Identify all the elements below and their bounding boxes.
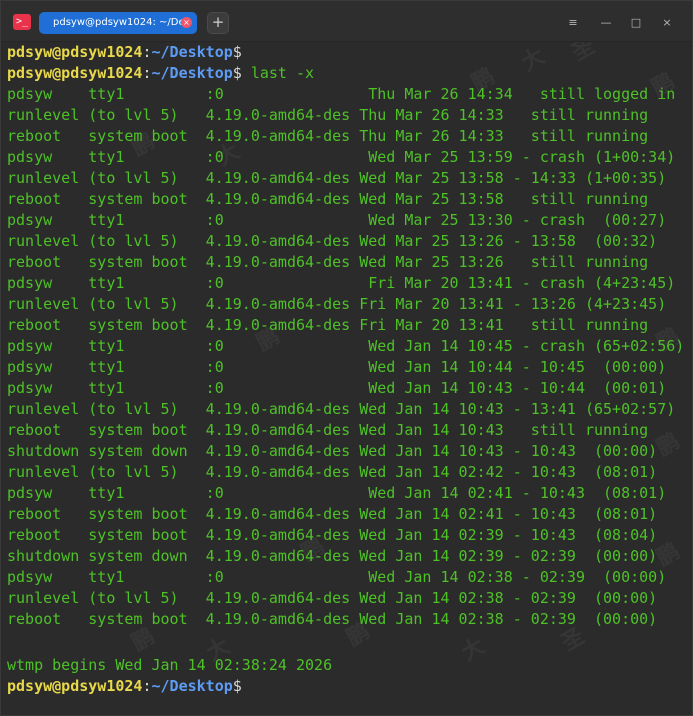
log-row: pdsyw tty1 :0 Wed Jan 14 10:44 - 10:45 (… <box>7 358 667 376</box>
log-row: reboot system boot 4.19.0-amd64-des Fri … <box>7 316 649 334</box>
prompt-line: pdsyw@pdsyw1024:~/Desktop$ last -x <box>7 63 314 84</box>
log-row: reboot system boot 4.19.0-amd64-des Wed … <box>7 526 658 544</box>
log-row: pdsyw tty1 :0 Wed Jan 14 02:38 - 02:39 (… <box>7 568 667 586</box>
log-row: runlevel (to lvl 5) 4.19.0-amd64-des Fri… <box>7 295 667 313</box>
log-row: reboot system boot 4.19.0-amd64-des Wed … <box>7 505 658 523</box>
prompt-dollar: $ <box>232 677 242 695</box>
log-row: runlevel (to lvl 5) 4.19.0-amd64-des Wed… <box>7 589 658 607</box>
log-row: reboot system boot 4.19.0-amd64-des Thu … <box>7 127 649 145</box>
log-row: runlevel (to lvl 5) 4.19.0-amd64-des Wed… <box>7 169 667 187</box>
prompt-dollar: $ <box>232 64 242 82</box>
prompt-dollar: $ <box>232 43 242 61</box>
watermark-text: 圣 <box>567 42 600 67</box>
log-row: pdsyw tty1 :0 Wed Mar 25 13:59 - crash (… <box>7 148 676 166</box>
log-row: reboot system boot 4.19.0-amd64-des Wed … <box>7 610 658 628</box>
minimize-icon[interactable]: — <box>596 13 616 33</box>
log-row: runlevel (to lvl 5) 4.19.0-amd64-des Thu… <box>7 106 649 124</box>
prompt-line: pdsyw@pdsyw1024:~/Desktop$ <box>7 676 242 697</box>
new-tab-button[interactable]: + <box>207 12 229 34</box>
log-row: reboot system boot 4.19.0-amd64-des Wed … <box>7 190 649 208</box>
terminal-window: >_ pdsyw@pdsyw1024: ~/Desktop × + ≡ — □ … <box>0 0 693 716</box>
prompt-user: pdsyw@pdsyw1024 <box>7 64 143 82</box>
prompt-colon: : <box>142 677 152 695</box>
log-row: shutdown system down 4.19.0-amd64-des We… <box>7 547 658 565</box>
log-row: pdsyw tty1 :0 Wed Jan 14 02:41 - 10:43 (… <box>7 484 667 502</box>
log-row: pdsyw tty1 :0 Wed Jan 14 10:43 - 10:44 (… <box>7 379 667 397</box>
title-bar: >_ pdsyw@pdsyw1024: ~/Desktop × + ≡ — □ … <box>1 1 692 42</box>
terminal-tab[interactable]: pdsyw@pdsyw1024: ~/Desktop × <box>39 12 197 34</box>
tab-title: pdsyw@pdsyw1024: ~/Desktop <box>53 17 185 28</box>
prompt-user: pdsyw@pdsyw1024 <box>7 677 143 695</box>
prompt-colon: : <box>142 64 152 82</box>
prompt-user: pdsyw@pdsyw1024 <box>7 43 143 61</box>
menu-icon[interactable]: ≡ <box>563 13 583 33</box>
log-row: reboot system boot 4.19.0-amd64-des Wed … <box>7 253 649 271</box>
prompt-path: ~/Desktop <box>151 43 233 61</box>
terminal-output[interactable]: 鹏 大 圣 鹏 鹏 大 鹏 鹏 鹏 鹏 鹏 鹏 大 圣 鹏 大 pdsyw@pd… <box>1 42 692 715</box>
wtmp-begins-line: wtmp begins Wed Jan 14 02:38:24 2026 <box>7 656 333 674</box>
watermark-text: 大 <box>517 43 550 77</box>
prompt-path: ~/Desktop <box>151 64 233 82</box>
log-row: runlevel (to lvl 5) 4.19.0-amd64-des Wed… <box>7 463 658 481</box>
log-row: pdsyw tty1 :0 Fri Mar 20 13:41 - crash (… <box>7 274 676 292</box>
log-row: pdsyw tty1 :0 Thu Mar 26 14:34 still log… <box>7 85 676 103</box>
log-row: runlevel (to lvl 5) 4.19.0-amd64-des Wed… <box>7 232 658 250</box>
prompt-path: ~/Desktop <box>151 677 233 695</box>
log-row: runlevel (to lvl 5) 4.19.0-amd64-des Wed… <box>7 400 676 418</box>
prompt-command: last -x <box>241 64 315 82</box>
log-row: reboot system boot 4.19.0-amd64-des Wed … <box>7 421 649 439</box>
prompt-colon: : <box>142 43 152 61</box>
log-row: pdsyw tty1 :0 Wed Jan 14 10:45 - crash (… <box>7 337 685 355</box>
log-row: shutdown system down 4.19.0-amd64-des We… <box>7 442 658 460</box>
tab-close-icon[interactable]: × <box>181 17 192 28</box>
close-icon[interactable]: × <box>657 13 677 33</box>
maximize-icon[interactable]: □ <box>626 13 646 33</box>
terminal-app-icon[interactable]: >_ <box>13 14 31 30</box>
log-row: pdsyw tty1 :0 Wed Mar 25 13:30 - crash (… <box>7 211 667 229</box>
prompt-line: pdsyw@pdsyw1024:~/Desktop$ <box>7 42 242 63</box>
watermark-text: 大 <box>457 633 490 667</box>
